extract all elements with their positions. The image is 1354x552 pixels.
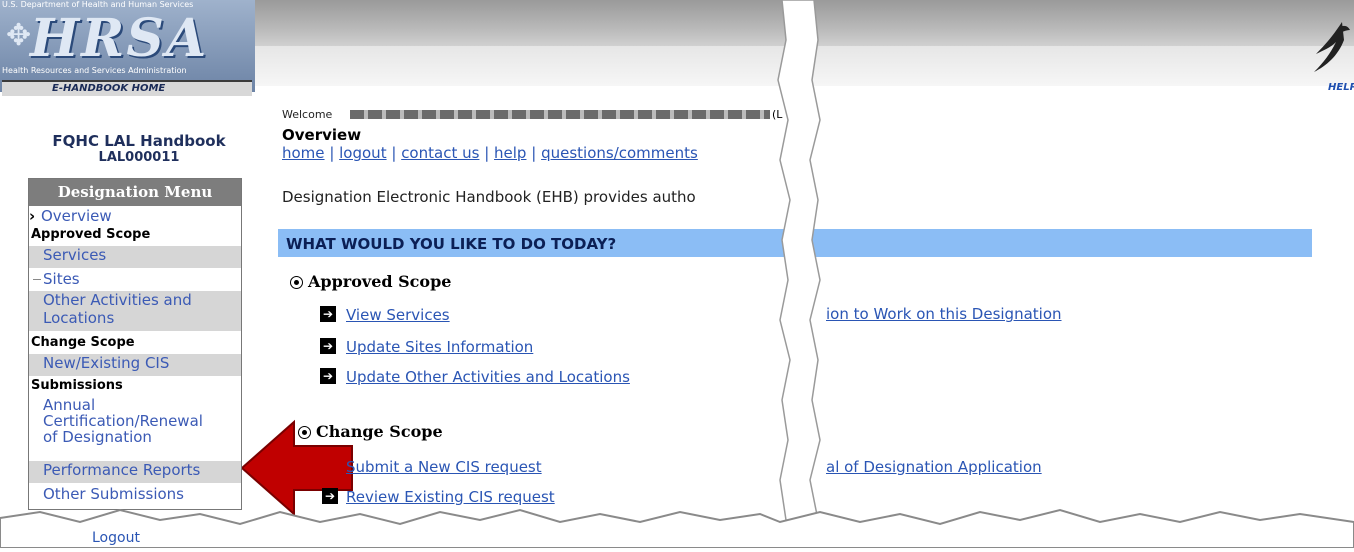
update-sites-link[interactable]: Update Sites Information: [346, 338, 533, 356]
redacted-user-name: [350, 110, 770, 119]
nav-logout-link[interactable]: logout: [339, 144, 386, 162]
radio-selected-icon: [290, 276, 303, 289]
sidebar-logout-link[interactable]: Logout: [92, 530, 140, 546]
menu-heading-submissions: Submissions: [31, 378, 123, 393]
menu-item-services[interactable]: Services: [29, 246, 241, 268]
nav-contact-link[interactable]: contact us: [401, 144, 479, 162]
hrsa-wordmark: HRSA: [30, 8, 209, 69]
menu-item-annual-line3: of Designation: [43, 428, 152, 446]
menu-item-other-activities-line1: Other Activities and: [43, 291, 192, 309]
arrow-right-icon: ➔: [320, 368, 336, 384]
menu-item-annual-certification[interactable]: Annual Certification/Renewal of Designat…: [29, 397, 241, 457]
submit-cis-link[interactable]: Submit a New CIS request: [346, 458, 542, 476]
welcome-text: Welcome: [282, 108, 332, 121]
change-scope-title: Change Scope: [316, 422, 443, 441]
menu-item-sites[interactable]: Sites: [29, 270, 241, 290]
menu-heading-change-scope: Change Scope: [31, 335, 135, 350]
nav-separator: |: [391, 144, 402, 162]
menu-item-sites-label: Sites: [43, 270, 80, 288]
nav-separator: |: [484, 144, 495, 162]
help-link[interactable]: HELP: [1328, 82, 1354, 93]
hrsa-subtext: Health Resources and Services Administra…: [2, 66, 187, 75]
torn-bottom-edge: [0, 500, 1354, 549]
arrow-right-icon: ➔: [320, 338, 336, 354]
page-title: Overview: [282, 126, 362, 144]
nav-help-link[interactable]: help: [494, 144, 526, 162]
designation-menu: Designation Menu › Overview Approved Sco…: [28, 178, 242, 510]
ehandbook-home-link[interactable]: E-HANDBOOK HOME: [2, 80, 252, 96]
task-banner-text: WHAT WOULD YOU LIKE TO DO TODAY?: [286, 235, 617, 253]
menu-item-annual-line1: Annual: [43, 396, 96, 414]
nav-separator: |: [531, 144, 542, 162]
welcome-label: Welcome: [282, 108, 333, 121]
menu-item-annual-line2: Certification/Renewal: [43, 412, 203, 430]
nav-home-link[interactable]: home: [282, 144, 325, 162]
arrow-right-icon: ➔: [320, 306, 336, 322]
menu-item-performance-reports[interactable]: Performance Reports: [29, 461, 241, 483]
renewal-application-link[interactable]: al of Designation Application: [826, 458, 1042, 476]
menu-item-cis-label: New/Existing CIS: [43, 354, 170, 372]
view-services-link[interactable]: View Services: [346, 306, 450, 324]
menu-item-performance-reports-label: Performance Reports: [43, 461, 201, 479]
menu-item-other-activities-line2: Locations: [43, 309, 115, 327]
chevron-right-icon: ›: [29, 207, 36, 225]
menu-item-cis[interactable]: New/Existing CIS: [29, 354, 241, 376]
approved-scope-section: Approved Scope: [290, 272, 451, 291]
menu-item-overview-label: Overview: [41, 207, 112, 225]
eagle-emblem-icon: ✥: [6, 18, 32, 53]
menu-item-services-label: Services: [43, 246, 107, 264]
menu-item-other-activities[interactable]: Other Activities and Locations: [29, 291, 241, 331]
handbook-id: LAL000011: [98, 150, 180, 165]
hhs-eagle-icon: [1308, 20, 1352, 86]
update-other-activities-link[interactable]: Update Other Activities and Locations: [346, 368, 630, 386]
top-nav-links: home | logout | contact us | help | ques…: [282, 144, 698, 162]
menu-item-overview[interactable]: › Overview: [29, 207, 241, 225]
request-permission-link[interactable]: ion to Work on this Designation: [826, 305, 1062, 323]
menu-header: Designation Menu: [29, 179, 241, 206]
intro-text: Designation Electronic Handbook (EHB) pr…: [282, 188, 696, 206]
nav-separator: |: [329, 144, 340, 162]
hrsa-logo[interactable]: U.S. Department of Health and Human Serv…: [0, 0, 255, 92]
torn-edge-divider: [772, 0, 824, 549]
radio-selected-icon: [298, 426, 311, 439]
nav-questions-link[interactable]: questions/comments: [541, 144, 698, 162]
change-scope-section: Change Scope: [298, 422, 443, 441]
handbook-title: FQHC LAL Handbook: [52, 132, 226, 150]
menu-heading-approved-scope: Approved Scope: [31, 227, 151, 242]
approved-scope-title: Approved Scope: [308, 272, 452, 291]
